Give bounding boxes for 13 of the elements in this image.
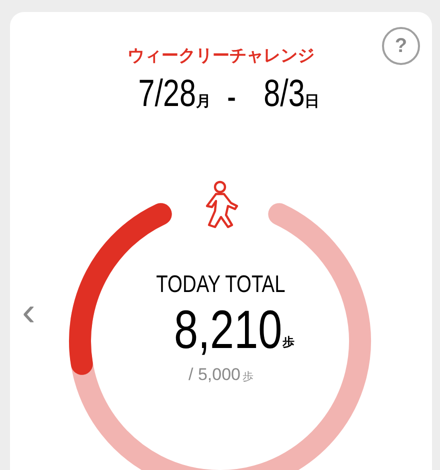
- end-weekday: 日: [304, 92, 320, 112]
- start-date: 7/28: [138, 74, 196, 114]
- date-separator: -: [227, 81, 236, 114]
- previous-button[interactable]: ‹: [22, 292, 36, 332]
- step-count: 8,210: [174, 301, 283, 359]
- end-date: 8/3: [264, 74, 305, 114]
- challenge-title: ウィークリーチャレンジ: [128, 46, 314, 66]
- start-weekday: 月: [196, 92, 212, 112]
- step-goal: / 5,000: [188, 365, 240, 385]
- step-unit: 歩: [282, 334, 295, 351]
- today-total-label: TODAY TOTAL: [156, 271, 286, 299]
- goal-unit: 歩: [242, 370, 254, 384]
- help-button[interactable]: ?: [382, 27, 420, 65]
